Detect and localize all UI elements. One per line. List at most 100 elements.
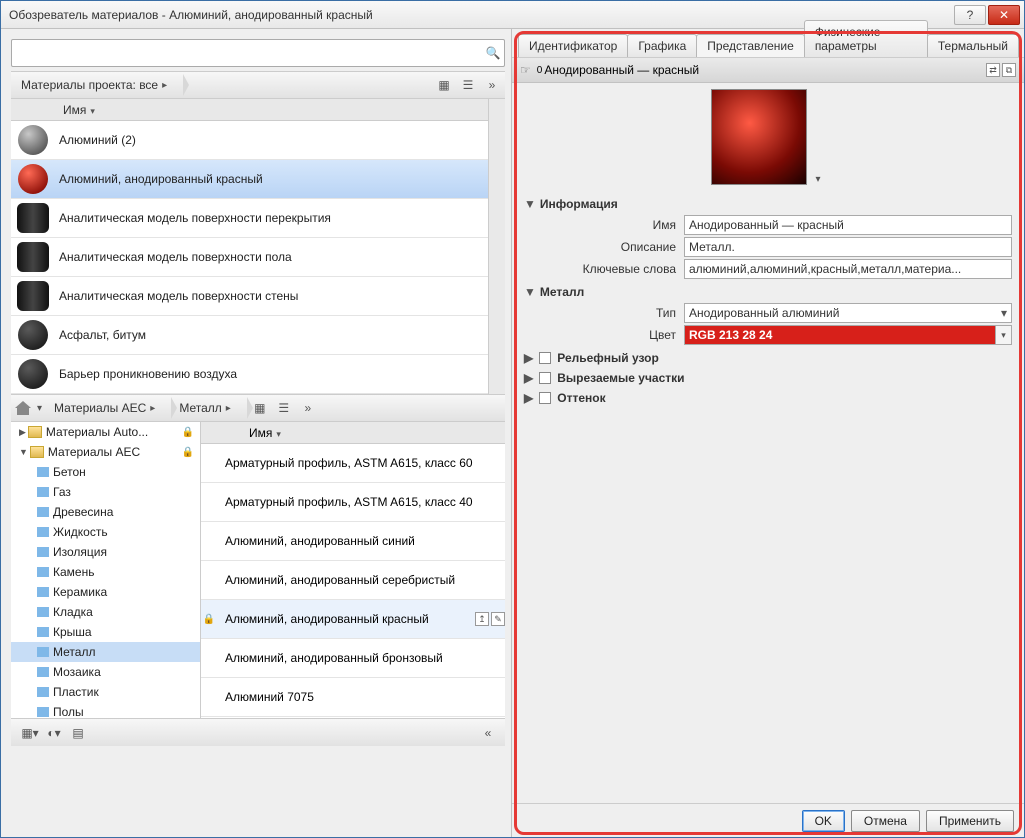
tree-item[interactable]: Изоляция [11, 542, 200, 562]
relief-checkbox[interactable] [539, 352, 551, 364]
apply-up-icon[interactable]: ↥ [475, 612, 489, 626]
tree-item[interactable]: Полы [11, 702, 200, 718]
asset-index: 0 [537, 65, 543, 76]
lib-name-header[interactable]: Имя [201, 422, 505, 444]
tree-item[interactable]: Керамика [11, 582, 200, 602]
tree-item[interactable]: Жидкость [11, 522, 200, 542]
library-tree[interactable]: ▶Материалы Auto...🔒▼Материалы AEC🔒БетонГ… [11, 422, 201, 718]
tab-2[interactable]: Представление [696, 34, 805, 57]
home-icon[interactable] [15, 401, 31, 415]
library-material-row[interactable]: Арматурный профиль, ASTM A615, класс 40 [201, 483, 505, 522]
project-name-header[interactable]: Имя [11, 99, 488, 121]
open-library-icon[interactable]: ▤ [67, 722, 89, 744]
material-swatch [13, 239, 53, 275]
search-box[interactable]: 🔍 [11, 39, 505, 67]
lock-icon: 🔒 [182, 447, 194, 458]
lib-view-list-icon[interactable]: ☰ [273, 397, 295, 419]
type-dropdown[interactable]: Анодированный алюминий [684, 303, 1012, 323]
library-material-row[interactable]: Алюминий 7075 [201, 678, 505, 717]
library-material-row[interactable]: Арматурный профиль, ASTM A615, класс 60 [201, 444, 505, 483]
new-material-icon[interactable]: ▦▾ [19, 722, 41, 744]
tree-item[interactable]: Бетон [11, 462, 200, 482]
project-crumb[interactable]: Материалы проекта: все ▸ [13, 74, 183, 96]
ok-button[interactable]: OK [802, 810, 845, 832]
material-label: Барьер проникновению воздуха [59, 367, 488, 381]
tree-label: Изоляция [53, 545, 107, 559]
collapse-panel-icon[interactable]: « [477, 722, 499, 744]
apply-button[interactable]: Применить [926, 810, 1014, 832]
project-material-row[interactable]: Асфальт, битум [11, 316, 488, 355]
material-label: Алюминий, анодированный красный [59, 172, 488, 186]
desc-field[interactable]: Металл. [684, 237, 1012, 257]
tree-label: Камень [53, 565, 94, 579]
edit-icon[interactable]: ✎ [491, 612, 505, 626]
tree-label: Древесина [53, 505, 113, 519]
name-field[interactable]: Анодированный — красный [684, 215, 1012, 235]
library-material-list[interactable]: Арматурный профиль, ASTM A615, класс 60 А… [201, 444, 505, 718]
project-material-row[interactable]: Алюминий, анодированный красный [11, 160, 488, 199]
category-icon [37, 667, 49, 677]
tree-item[interactable]: Древесина [11, 502, 200, 522]
material-label: Арматурный профиль, ASTM A615, класс 60 [225, 456, 505, 470]
tint-checkbox[interactable] [539, 392, 551, 404]
folder-icon [28, 426, 42, 438]
search-input[interactable] [12, 44, 482, 62]
tree-item[interactable]: Камень [11, 562, 200, 582]
lib-expand-panel-icon[interactable]: » [297, 397, 319, 419]
duplicate-asset-icon[interactable]: ⧉ [1002, 63, 1016, 77]
project-material-row[interactable]: Аналитическая модель поверхности перекры… [11, 199, 488, 238]
category-icon [37, 567, 49, 577]
project-material-row[interactable]: Аналитическая модель поверхности пола [11, 238, 488, 277]
view-grid-icon[interactable]: ▦ [433, 74, 455, 96]
project-scrollbar[interactable] [488, 99, 505, 394]
section-cutout[interactable]: ▶Вырезаемые участки [524, 371, 1012, 385]
help-button[interactable]: ? [954, 5, 986, 25]
properties-panel: ▼Информация ИмяАнодированный — красный О… [512, 191, 1024, 803]
tree-label: Крыша [53, 625, 92, 639]
project-material-list[interactable]: Алюминий (2) Алюминий, анодированный крас… [11, 121, 488, 394]
color-field[interactable]: RGB 213 28 24 [684, 325, 996, 345]
tree-item[interactable]: Кладка [11, 602, 200, 622]
kw-field[interactable]: алюминий,алюминий,красный,металл,материа… [684, 259, 1012, 279]
preview-menu-icon[interactable]: ▾ [811, 174, 824, 185]
library-material-row[interactable]: Алюминий, анодированный бронзовый [201, 639, 505, 678]
tree-item[interactable]: Крыша [11, 622, 200, 642]
section-tint[interactable]: ▶Оттенок [524, 391, 1012, 405]
section-info[interactable]: ▼Информация [524, 197, 1012, 211]
tree-item[interactable]: Мозаика [11, 662, 200, 682]
tree-item[interactable]: ▶Материалы Auto...🔒 [11, 422, 200, 442]
lib-crumb-1[interactable]: Металл▸ [171, 397, 246, 419]
hand-icon: ☞ [520, 63, 531, 77]
color-picker-icon[interactable]: ▾ [996, 325, 1012, 345]
category-icon [37, 607, 49, 617]
tree-item[interactable]: ▼Материалы AEC🔒 [11, 442, 200, 462]
project-material-row[interactable]: Барьер проникновению воздуха [11, 355, 488, 394]
project-material-row[interactable]: Алюминий (2) [11, 121, 488, 160]
tab-0[interactable]: Идентификатор [518, 34, 628, 57]
library-material-row[interactable]: Алюминий, анодированный серебристый [201, 561, 505, 600]
tree-item[interactable]: Газ [11, 482, 200, 502]
section-metal[interactable]: ▼Металл [524, 285, 1012, 299]
view-list-icon[interactable]: ☰ [457, 74, 479, 96]
material-label: Алюминий, анодированный синий [225, 534, 505, 548]
library-material-row[interactable]: 🔒Алюминий, анодированный красный↥✎ [201, 600, 505, 639]
tree-label: Мозаика [53, 665, 101, 679]
expand-panel-icon[interactable]: » [481, 74, 503, 96]
section-relief[interactable]: ▶Рельефный узор [524, 351, 1012, 365]
library-material-row[interactable]: Алюминий, анодированный синий [201, 522, 505, 561]
tab-1[interactable]: Графика [627, 34, 697, 57]
tree-item[interactable]: Металл [11, 642, 200, 662]
tab-3[interactable]: Физические параметры [804, 20, 928, 57]
close-button[interactable]: ✕ [988, 5, 1020, 25]
material-label: Аналитическая модель поверхности перекры… [59, 211, 488, 225]
project-material-row[interactable]: Аналитическая модель поверхности стены [11, 277, 488, 316]
cancel-button[interactable]: Отмена [851, 810, 920, 832]
category-icon [37, 547, 49, 557]
tab-4[interactable]: Термальный [927, 34, 1019, 57]
new-asset-icon[interactable]: ◐▾ [43, 722, 65, 744]
lib-crumb-0[interactable]: Материалы AEC▸ [46, 397, 171, 419]
asset-header-bar: ☞ 0 Анодированный — красный ⇄ ⧉ [512, 57, 1024, 83]
cutout-checkbox[interactable] [539, 372, 551, 384]
replace-asset-icon[interactable]: ⇄ [986, 63, 1000, 77]
tree-item[interactable]: Пластик [11, 682, 200, 702]
